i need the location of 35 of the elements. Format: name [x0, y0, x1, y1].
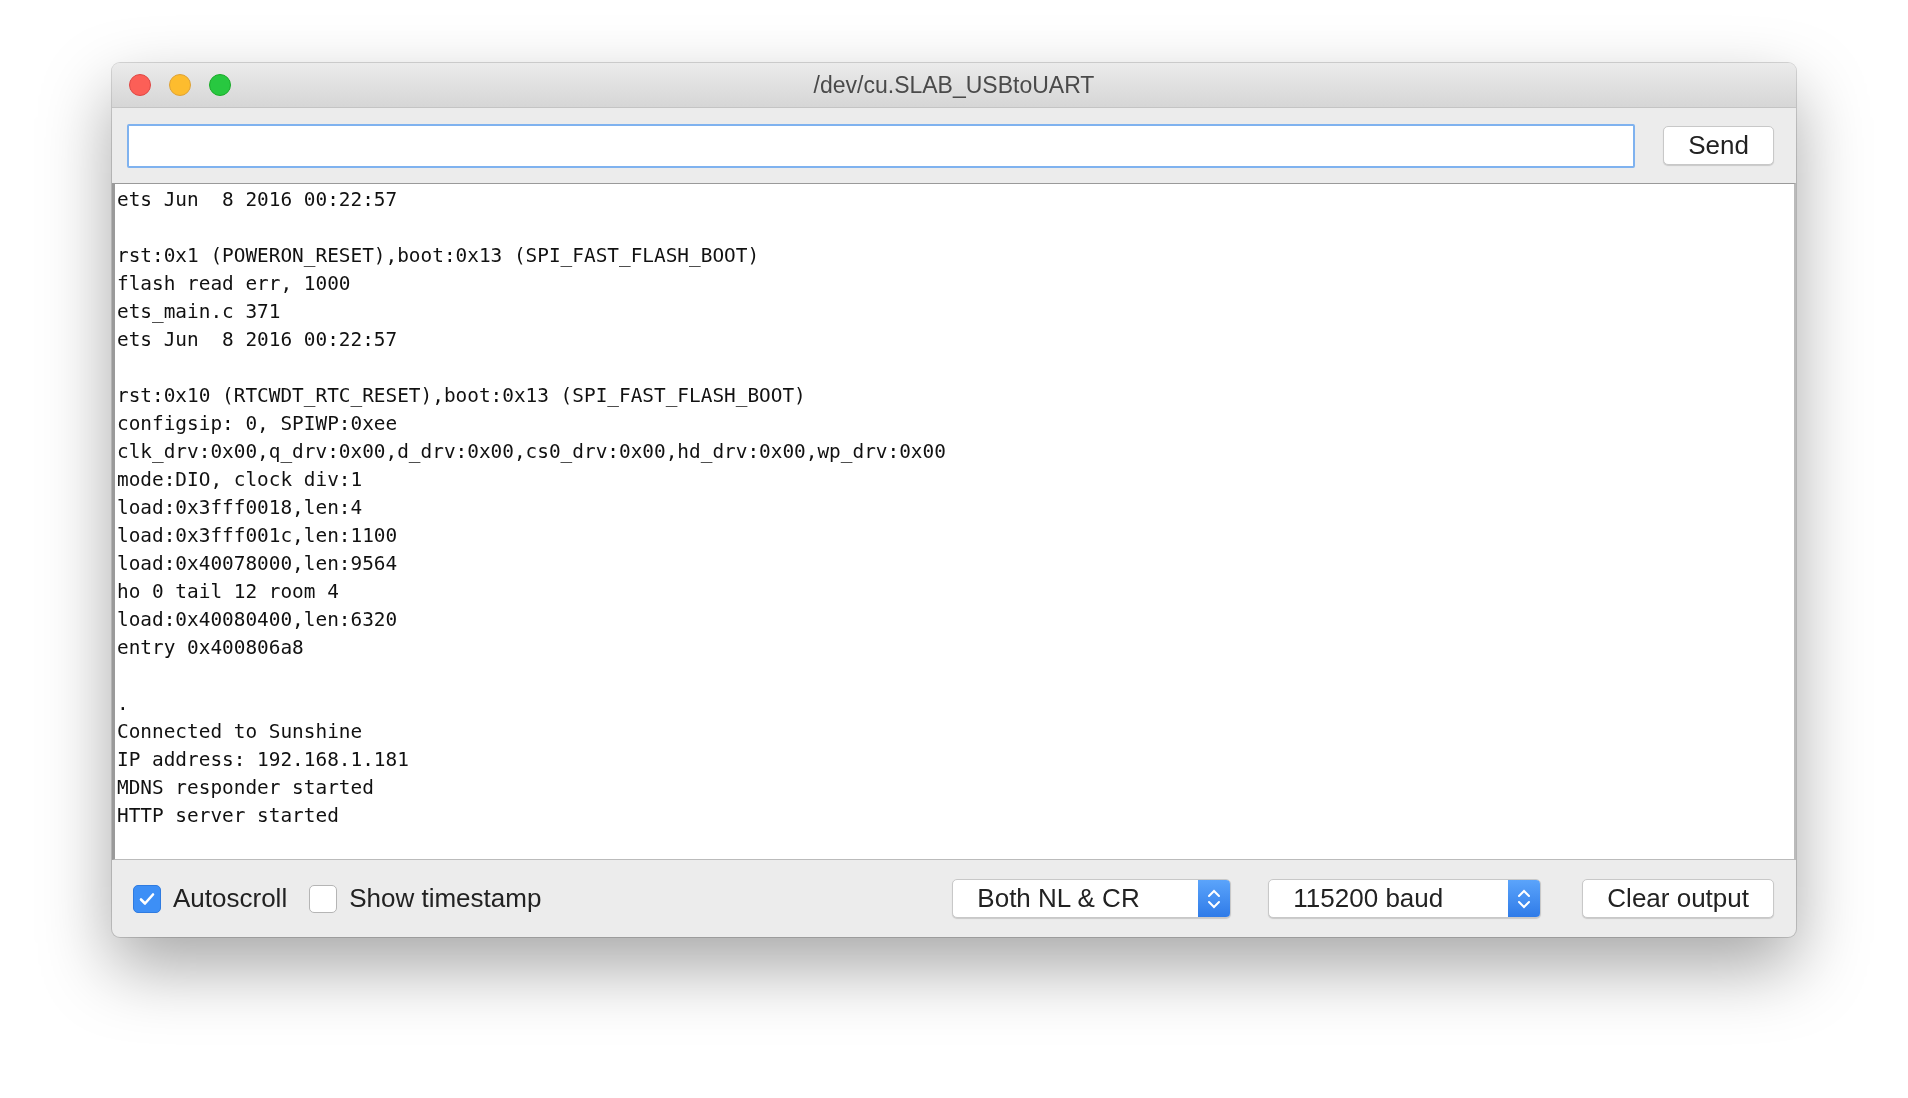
- input-field[interactable]: [127, 123, 1636, 168]
- output-line: .: [117, 691, 129, 717]
- checkbox[interactable]: [309, 884, 338, 913]
- checkbox-label: Autoscroll: [173, 883, 288, 914]
- checkbox[interactable]: [133, 884, 161, 913]
- dropdown[interactable]: 115200 baud: [1268, 879, 1542, 918]
- output-line: IP address: 192.168.1.181: [117, 747, 409, 773]
- output-line: HTTP server started: [117, 803, 339, 829]
- dropdown[interactable]: Both NL & CR: [952, 879, 1232, 918]
- output-line: MDNS responder started: [117, 775, 374, 801]
- minimize-icon[interactable]: [169, 74, 191, 96]
- output-line: configsip: 0, SPIWP:0xee: [117, 411, 398, 437]
- output-line: load:0x3fff0018,len:4: [117, 495, 363, 521]
- output-line: load:0x3fff001c,len:1100: [117, 523, 398, 549]
- output-line: ets Jun 8 2016 00:22:57: [117, 187, 398, 213]
- output-line: rst:0x1 (POWERON_RESET),boot:0x13 (SPI_FAST_FLASH_BOOT): [117, 243, 760, 269]
- output-line: entry 0x400806a8: [117, 635, 304, 661]
- output-line: Connected to Sunshine: [117, 719, 363, 745]
- checkbox-label: Show timestamp: [349, 883, 542, 914]
- output-line: load:0x40078000,len:9564: [117, 551, 398, 577]
- stepper-icon: [1198, 880, 1231, 917]
- close-icon[interactable]: [129, 74, 151, 96]
- output-line: mode:DIO, clock div:1: [117, 467, 363, 493]
- output-line: ets Jun 8 2016 00:22:57: [117, 327, 398, 353]
- output-line: rst:0x10 (RTCWDT_RTC_RESET),boot:0x13 (SPI_FAST_FLASH_BOOT): [117, 383, 806, 409]
- output-line: load:0x40080400,len:6320: [117, 607, 398, 633]
- zoom-icon[interactable]: [209, 74, 231, 96]
- clear-output-button[interactable]: Clear output: [1582, 879, 1774, 918]
- output-line: ho 0 tail 12 room 4: [117, 579, 339, 605]
- output-line: ets_main.c 371: [117, 299, 281, 325]
- output-line: flash read err, 1000: [117, 271, 351, 297]
- window-title: /dev/cu.SLAB_USBtoUART: [813, 71, 1095, 99]
- stepper-icon: [1508, 880, 1541, 917]
- send-button[interactable]: Send: [1663, 126, 1774, 165]
- output-line: clk_drv:0x00,q_drv:0x00,d_drv:0x00,cs0_drv:0x00,hd_drv:0x00,wp_drv:0x00: [117, 439, 946, 465]
